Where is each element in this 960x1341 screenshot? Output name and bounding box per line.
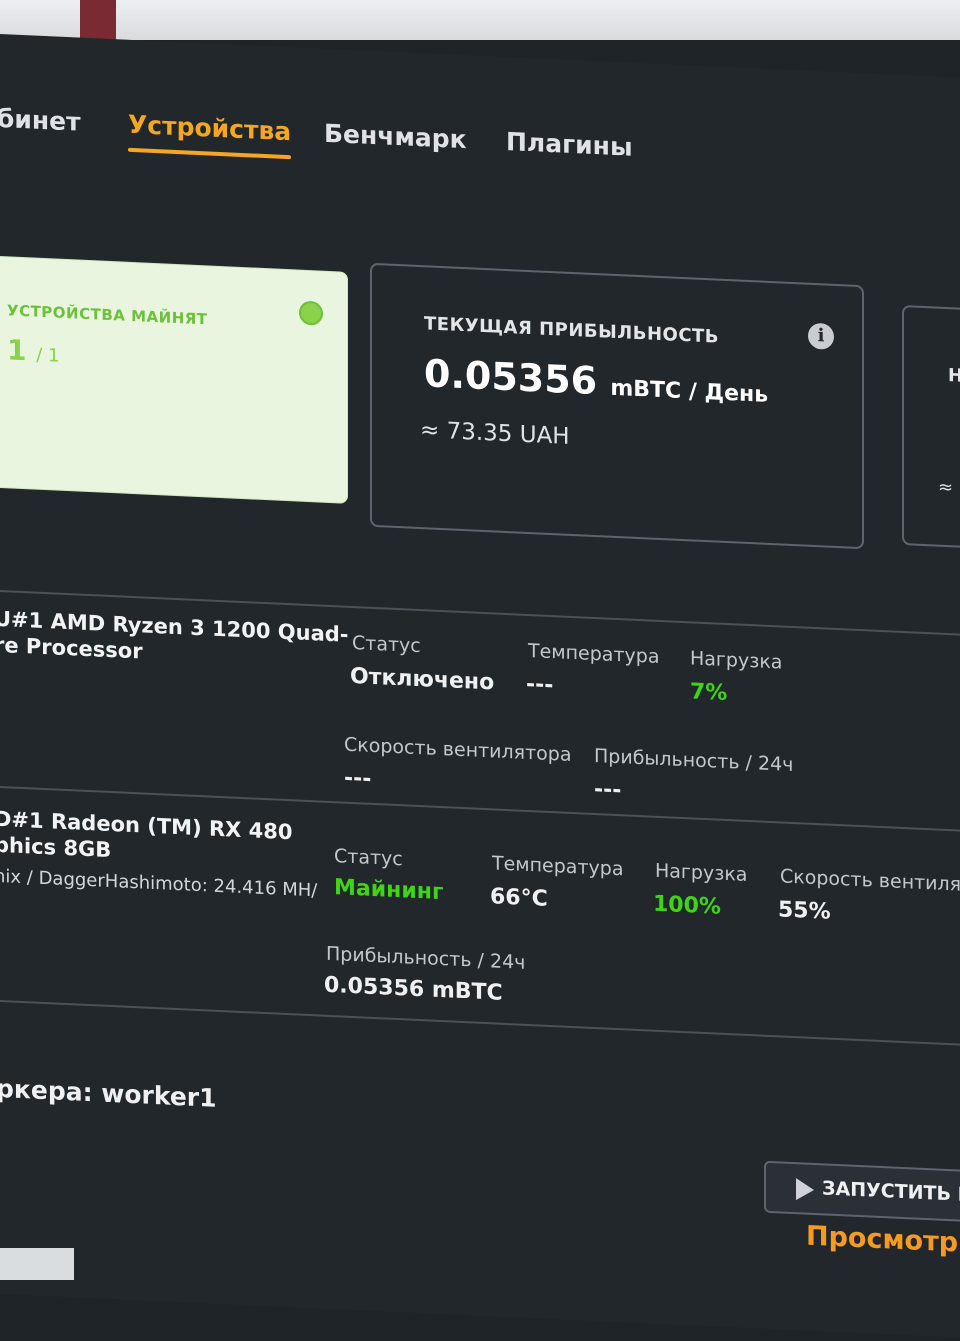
- cpu-status-label: Статус: [352, 631, 421, 658]
- cpu-fan-label: Скорость вентилятора: [344, 733, 572, 766]
- gpu-status-label: Статус: [334, 845, 403, 871]
- play-icon: [796, 1178, 814, 1201]
- devices-total-count: / 1: [36, 344, 60, 367]
- cpu-profit-value: ---: [594, 776, 622, 804]
- background-object: [80, 0, 116, 40]
- start-all-label: ЗАПУСТИТЬ В: [822, 1177, 960, 1207]
- tab-cabinet[interactable]: абинет: [0, 103, 81, 137]
- gpu-load-label: Нагрузка: [655, 859, 748, 886]
- profitability-amount: 0.05356: [424, 351, 598, 404]
- gpu-status-value: Майнинг: [334, 875, 444, 906]
- start-all-button[interactable]: ЗАПУСТИТЬ В: [764, 1160, 960, 1225]
- cpu-fan-value: ---: [344, 765, 372, 792]
- device-cpu-name: U#1 AMD Ryzen 3 1200 Quad- re Processor: [0, 606, 349, 664]
- monitor-bezel: [0, 0, 960, 40]
- cpu-profit-label: Прибыльность / 24ч: [594, 744, 794, 777]
- worker-name: ркера: worker1: [0, 1073, 217, 1113]
- extra-summary-card: Н ≈: [902, 304, 960, 550]
- status-dot-icon: [299, 300, 323, 326]
- profitability-card: ТЕКУЩАЯ ПРИБЫЛЬНОСТЬ 0.05356 mBTC / День…: [370, 262, 864, 550]
- gpu-algorithm-hashrate: nix / DaggerHashimoto: 24.416 MH/: [0, 865, 318, 902]
- gpu-profit-value: 0.05356 mBTC: [324, 972, 503, 1006]
- device-gpu-name: D#1 Radeon (TM) RX 480 phics 8GB: [0, 806, 293, 863]
- gpu-fan-value: 55%: [778, 897, 831, 925]
- profitability-value: 0.05356 mBTC / День: [424, 351, 768, 411]
- devices-active-count: 1: [7, 333, 27, 368]
- tab-benchmark[interactable]: Бенчмарк: [324, 119, 467, 154]
- cpu-temp-label: Температура: [528, 639, 660, 668]
- devices-mining-card: УСТРОЙСТВА МАЙНЯТ 1 / 1: [0, 255, 348, 504]
- info-icon[interactable]: i: [808, 322, 834, 350]
- cpu-load-value: 7%: [690, 679, 728, 707]
- main-nav: абинет Устройства Бенчмарк Плагины: [0, 103, 960, 209]
- devices-mining-label: УСТРОЙСТВА МАЙНЯТ: [7, 301, 208, 329]
- extra-card-fiat: ≈: [938, 476, 954, 499]
- cpu-load-label: Нагрузка: [690, 647, 783, 674]
- cpu-status-value: Отключено: [350, 663, 495, 696]
- profitability-fiat: ≈ 73.35 UAH: [420, 417, 570, 450]
- cpu-temp-value: ---: [526, 671, 554, 699]
- gpu-profit-label: Прибыльность / 24ч: [326, 942, 526, 974]
- divider: [0, 1000, 960, 1048]
- extra-card-label: Н: [948, 365, 960, 387]
- gpu-fan-label: Скорость вентилят: [780, 865, 960, 897]
- gpu-temp-label: Температура: [492, 852, 624, 881]
- gpu-temp-value: 66°C: [490, 884, 548, 912]
- view-link[interactable]: Просмотр с: [806, 1221, 960, 1260]
- app-screen: абинет Устройства Бенчмарк Плагины УСТРО…: [0, 34, 960, 1340]
- tab-plugins[interactable]: Плагины: [506, 127, 633, 162]
- devices-mining-count: 1 / 1: [7, 333, 59, 368]
- tab-devices[interactable]: Устройства: [128, 110, 291, 146]
- profitability-unit: mBTC / День: [610, 375, 769, 408]
- background-object: [0, 1248, 74, 1280]
- gpu-load-value: 100%: [653, 891, 721, 920]
- profitability-label: ТЕКУЩАЯ ПРИБЫЛЬНОСТЬ: [424, 313, 720, 348]
